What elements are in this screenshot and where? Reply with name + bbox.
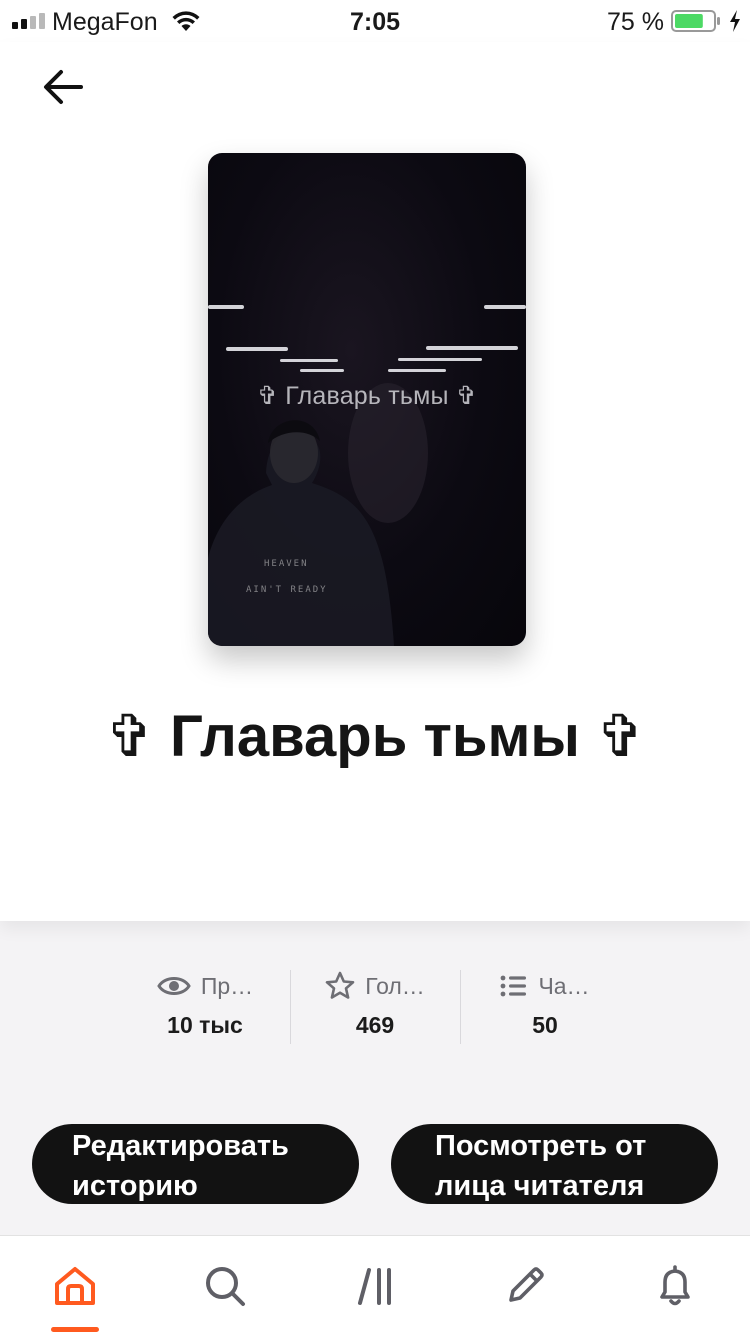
stat-parts-value: 50	[532, 1012, 558, 1038]
story-cover-image[interactable]: ✞ Главарь тьмы ✞ HEAVEN AIN'T READY	[208, 153, 526, 646]
bottom-tab-bar	[0, 1235, 750, 1334]
charging-bolt-icon	[730, 10, 740, 32]
cover-title-label: Главарь тьмы	[285, 382, 449, 410]
story-title: ✞ Главарь тьмы ✞	[105, 704, 645, 769]
stat-votes-value: 469	[355, 1012, 395, 1038]
search-icon	[206, 1267, 245, 1306]
list-icon	[501, 975, 527, 997]
edit-story-label-line1: Редактировать	[72, 1130, 289, 1162]
cover-title-text: ✞ Главарь тьмы ✞	[208, 381, 526, 411]
stat-reads-value: 10 тыс	[167, 1012, 243, 1038]
story-details-screen: MegaFon 7:05 75 % ✞ Главарь тьмы ✞ HEAVE…	[0, 0, 750, 1334]
stat-parts-label: Ча…	[538, 972, 590, 999]
stat-reads[interactable]: Пр… 10 тыс	[120, 968, 290, 1044]
tab-write[interactable]	[495, 1256, 555, 1316]
back-button[interactable]	[36, 60, 90, 114]
battery-icon	[671, 10, 720, 32]
tab-library[interactable]	[347, 1256, 407, 1316]
cover-cross-right-icon: ✞	[455, 382, 478, 410]
reader-view-button[interactable]: Посмотреть от лица читателя	[391, 1124, 718, 1204]
reader-view-label-line2: лица читателя	[435, 1170, 645, 1202]
status-bar: MegaFon 7:05 75 %	[0, 0, 750, 42]
bell-icon	[660, 1265, 690, 1306]
write-icon	[509, 1267, 544, 1302]
reader-view-label-line1: Посмотреть от	[435, 1130, 647, 1162]
cover-cross-left-icon: ✞	[256, 382, 279, 410]
library-icon	[358, 1268, 391, 1305]
stat-votes[interactable]: Гол… 469	[290, 968, 460, 1044]
arrow-left-icon	[44, 70, 83, 104]
active-tab-indicator	[51, 1327, 99, 1332]
home-icon	[55, 1267, 95, 1305]
tab-home[interactable]	[45, 1256, 105, 1316]
cover-shirt-text-1: HEAVEN	[264, 559, 309, 569]
stat-reads-label: Пр…	[200, 972, 254, 999]
tab-notifications[interactable]	[645, 1256, 705, 1316]
story-stats: Пр… 10 тыс Гол… 469 Ча… 50	[120, 968, 630, 1044]
story-header-card: ✞ Главарь тьмы ✞ HEAVEN AIN'T READY ✞ Гл…	[0, 42, 750, 921]
edit-story-button[interactable]: Редактировать историю	[32, 1124, 359, 1204]
stat-votes-label: Гол…	[365, 972, 425, 999]
tab-search[interactable]	[195, 1256, 255, 1316]
stat-parts[interactable]: Ча… 50	[460, 968, 630, 1044]
edit-story-label-line2: историю	[72, 1170, 198, 1202]
star-icon	[325, 971, 355, 999]
cover-shirt-text-2: AIN'T READY	[246, 585, 328, 595]
battery-percent: 75 %	[607, 8, 664, 36]
eye-icon	[157, 977, 191, 995]
